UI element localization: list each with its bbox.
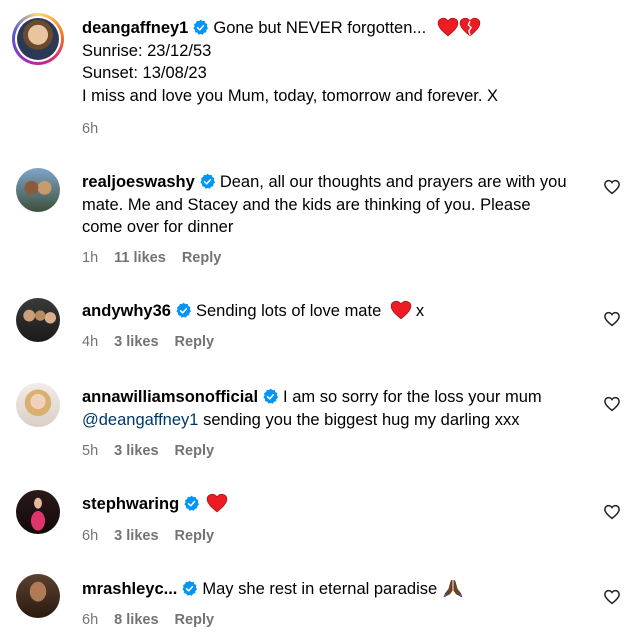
comment-text: Sending lots of love mate <box>195 302 382 320</box>
broken-heart-emoji <box>459 17 480 37</box>
reply-button[interactable]: Reply <box>182 250 222 266</box>
comment-meta: 5h 3 likes Reply <box>82 443 226 459</box>
red-heart-emoji <box>437 17 459 37</box>
post-username[interactable]: deangaffney1 <box>82 19 188 37</box>
comment-text: I am so sorry for the loss your mum <box>283 388 542 406</box>
post-caption-text: Gone but NEVER forgotten... <box>213 19 427 37</box>
folded-hands-emoji <box>443 579 463 598</box>
reply-button[interactable]: Reply <box>175 334 215 350</box>
avatar[interactable] <box>16 383 60 427</box>
user-mention[interactable]: @deangaffney1 <box>82 411 198 429</box>
comment-meta: 1h 11 likes Reply <box>82 250 233 266</box>
red-heart-emoji <box>206 493 228 513</box>
comment-suffix: x <box>415 302 425 320</box>
comment-username[interactable]: stephwaring <box>82 495 179 513</box>
comment-meta: 6h 8 likes Reply <box>82 612 226 628</box>
comment-text: May she rest in eternal paradise <box>202 580 438 598</box>
verified-badge-icon <box>183 495 200 512</box>
comment-meta: 4h 3 likes Reply <box>82 334 226 350</box>
avatar[interactable] <box>16 574 60 618</box>
verified-badge-icon <box>262 388 279 405</box>
avatar[interactable] <box>16 490 60 534</box>
verified-badge-icon <box>175 302 192 319</box>
comment-time[interactable]: 6h <box>82 612 98 628</box>
comment-username[interactable]: andywhy36 <box>82 302 171 320</box>
heart-outline-icon[interactable] <box>603 310 621 328</box>
comment-time[interactable]: 6h <box>82 528 98 544</box>
avatar[interactable] <box>16 298 60 342</box>
heart-outline-icon[interactable] <box>603 588 621 606</box>
reply-button[interactable]: Reply <box>175 612 215 628</box>
likes-count[interactable]: 11 likes <box>114 250 166 266</box>
sunset-line: Sunset: 13/08/23 <box>82 64 207 82</box>
heart-outline-icon[interactable] <box>603 503 621 521</box>
comment-text-continued: sending you the biggest hug my darling x… <box>203 410 520 429</box>
post-author-avatar[interactable] <box>12 13 64 65</box>
likes-count[interactable]: 8 likes <box>114 612 158 628</box>
avatar[interactable] <box>16 168 60 212</box>
verified-badge-icon <box>181 580 198 597</box>
verified-badge-icon <box>199 173 216 190</box>
comment-time[interactable]: 1h <box>82 250 98 266</box>
likes-count[interactable]: 3 likes <box>114 334 158 350</box>
comment-time[interactable]: 5h <box>82 443 98 459</box>
heart-outline-icon[interactable] <box>603 395 621 413</box>
post-time[interactable]: 6h <box>82 121 98 137</box>
red-heart-emoji <box>390 300 412 320</box>
post-meta: 6h <box>82 121 110 137</box>
message-line: I miss and love you Mum, today, tomorrow… <box>82 86 499 105</box>
likes-count[interactable]: 3 likes <box>114 528 158 544</box>
likes-count[interactable]: 3 likes <box>114 443 158 459</box>
heart-outline-icon[interactable] <box>603 178 621 196</box>
verified-badge-icon <box>192 19 209 36</box>
reply-button[interactable]: Reply <box>175 528 215 544</box>
comment-username[interactable]: mrashleyc... <box>82 580 177 598</box>
comment-username[interactable]: annawilliamsonofficial <box>82 388 258 406</box>
comment-meta: 6h 3 likes Reply <box>82 528 226 544</box>
comment-time[interactable]: 4h <box>82 334 98 350</box>
comment-username[interactable]: realjoeswashy <box>82 173 195 191</box>
sunrise-line: Sunrise: 23/12/53 <box>82 41 212 60</box>
reply-button[interactable]: Reply <box>175 443 215 459</box>
